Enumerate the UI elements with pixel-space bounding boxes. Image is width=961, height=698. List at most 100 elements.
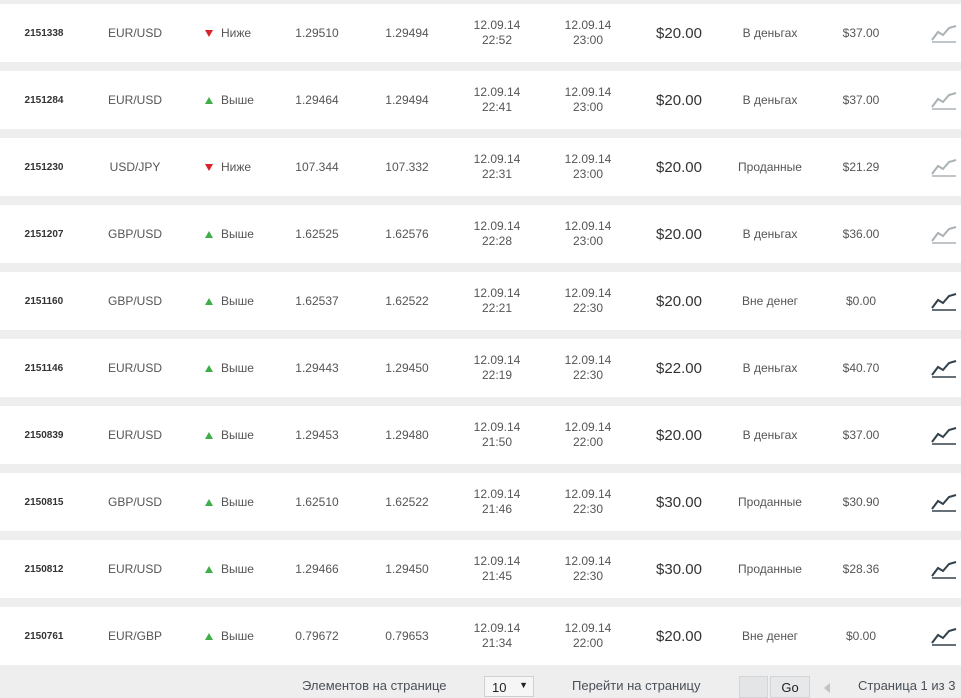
arrow-up-icon xyxy=(205,431,213,439)
trade-id: 2150839 xyxy=(24,429,64,441)
direction-cell: Ниже xyxy=(195,138,265,196)
open-price: 1.29464 xyxy=(295,93,339,107)
trade-id: 2151160 xyxy=(24,295,64,307)
trade-status: Проданные xyxy=(738,562,802,576)
table-row: 2150812 EUR/USD Выше 1.29466 1.29450 12.09.14… xyxy=(0,540,961,598)
open-datetime: 12.09.14 21:50 xyxy=(457,406,537,464)
direction-cell: Ниже xyxy=(195,4,265,62)
goto-page-input[interactable] xyxy=(739,676,768,698)
expiry-datetime: 12.09.14 22:30 xyxy=(548,339,628,397)
trade-status: Проданные xyxy=(738,160,802,174)
goto-page-label: Перейти на страницу xyxy=(572,678,701,693)
open-price: 1.29443 xyxy=(295,361,339,375)
arrow-up-icon xyxy=(205,632,213,640)
direction-cell: Выше xyxy=(195,71,265,129)
direction-label: Ниже xyxy=(221,26,252,40)
open-date: 12.09.14 xyxy=(473,487,521,501)
expiry-date: 12.09.14 xyxy=(564,85,612,99)
arrow-up-icon xyxy=(205,230,213,238)
per-page-select[interactable]: 10 ▼ xyxy=(484,676,534,697)
trade-amount: $30.00 xyxy=(656,493,702,511)
table-row: 2150815 GBP/USD Выше 1.62510 1.62522 12.09.14… xyxy=(0,473,961,531)
currency-pair: EUR/GBP xyxy=(107,629,162,643)
direction-cell: Выше xyxy=(195,339,265,397)
per-page-label: Элементов на странице xyxy=(302,678,447,693)
open-datetime: 12.09.14 22:28 xyxy=(457,205,537,263)
trade-payout: $21.29 xyxy=(842,160,880,174)
prev-page-icon[interactable] xyxy=(824,683,830,693)
expiry-datetime: 12.09.14 22:30 xyxy=(548,473,628,531)
open-price: 1.62537 xyxy=(295,294,339,308)
direction-label: Выше xyxy=(221,227,254,241)
currency-pair: EUR/USD xyxy=(107,93,162,107)
trade-payout: $37.00 xyxy=(842,26,880,40)
close-price: 1.29494 xyxy=(385,93,429,107)
trade-id: 2150815 xyxy=(24,496,64,508)
expiry-date: 12.09.14 xyxy=(564,152,612,166)
open-datetime: 12.09.14 21:46 xyxy=(457,473,537,531)
trade-amount: $20.00 xyxy=(656,158,702,176)
direction-label: Ниже xyxy=(221,160,252,174)
open-datetime: 12.09.14 22:52 xyxy=(457,4,537,62)
expiry-date: 12.09.14 xyxy=(564,18,612,32)
trade-id: 2150812 xyxy=(24,563,64,575)
trade-id: 2151230 xyxy=(24,161,64,173)
open-date: 12.09.14 xyxy=(473,554,521,568)
chart-icon xyxy=(931,205,961,263)
expiry-time: 23:00 xyxy=(572,167,604,181)
go-button[interactable]: Go xyxy=(770,676,810,698)
close-price: 1.29480 xyxy=(385,428,429,442)
table-row: 2151160 GBP/USD Выше 1.62537 1.62522 12.09.14… xyxy=(0,272,961,330)
open-time: 22:28 xyxy=(481,234,513,248)
expiry-datetime: 12.09.14 22:30 xyxy=(548,272,628,330)
currency-pair: EUR/USD xyxy=(107,562,162,576)
open-time: 22:19 xyxy=(481,368,513,382)
expiry-datetime: 12.09.14 23:00 xyxy=(548,138,628,196)
expiry-time: 22:30 xyxy=(572,569,604,583)
pagination-bar: Элементов на странице Перейти на страниц… xyxy=(0,668,961,698)
chart-icon[interactable] xyxy=(931,607,961,665)
trade-payout: $37.00 xyxy=(842,428,880,442)
table-row: 2150761 EUR/GBP Выше 0.79672 0.79653 12.09.14… xyxy=(0,607,961,665)
trade-amount: $20.00 xyxy=(656,24,702,42)
expiry-time: 23:00 xyxy=(572,100,604,114)
currency-pair: EUR/USD xyxy=(107,26,162,40)
open-date: 12.09.14 xyxy=(473,286,521,300)
open-date: 12.09.14 xyxy=(473,621,521,635)
trade-amount: $20.00 xyxy=(656,426,702,444)
direction-label: Выше xyxy=(221,629,254,643)
trade-payout: $30.90 xyxy=(842,495,880,509)
expiry-time: 22:30 xyxy=(572,368,604,382)
trade-id: 2151338 xyxy=(24,27,64,39)
trade-status: Вне денег xyxy=(742,629,798,643)
expiry-time: 23:00 xyxy=(572,234,604,248)
open-time: 22:31 xyxy=(481,167,513,181)
chart-icon[interactable] xyxy=(931,406,961,464)
open-datetime: 12.09.14 21:45 xyxy=(457,540,537,598)
open-date: 12.09.14 xyxy=(473,85,521,99)
direction-cell: Выше xyxy=(195,540,265,598)
trade-status: В деньгах xyxy=(742,227,798,241)
chart-icon[interactable] xyxy=(931,339,961,397)
table-row: 2151338 EUR/USD Ниже 1.29510 1.29494 12.09.14… xyxy=(0,4,961,62)
trade-status: Вне денег xyxy=(742,294,798,308)
trade-payout: $40.70 xyxy=(842,361,880,375)
direction-label: Выше xyxy=(221,294,254,308)
close-price: 1.62522 xyxy=(385,495,429,509)
open-time: 21:45 xyxy=(481,569,513,583)
trade-payout: $28.36 xyxy=(842,562,880,576)
chart-icon[interactable] xyxy=(931,473,961,531)
close-price: 1.29494 xyxy=(385,26,429,40)
expiry-date: 12.09.14 xyxy=(564,286,612,300)
currency-pair: GBP/USD xyxy=(107,294,162,308)
open-time: 22:21 xyxy=(481,301,513,315)
chart-icon[interactable] xyxy=(931,272,961,330)
trade-amount: $22.00 xyxy=(656,359,702,377)
close-price: 1.29450 xyxy=(385,361,429,375)
open-price: 1.62525 xyxy=(295,227,339,241)
chart-icon[interactable] xyxy=(931,540,961,598)
trade-amount: $20.00 xyxy=(656,91,702,109)
open-datetime: 12.09.14 22:19 xyxy=(457,339,537,397)
close-price: 107.332 xyxy=(385,160,429,174)
arrow-down-icon xyxy=(205,29,213,37)
